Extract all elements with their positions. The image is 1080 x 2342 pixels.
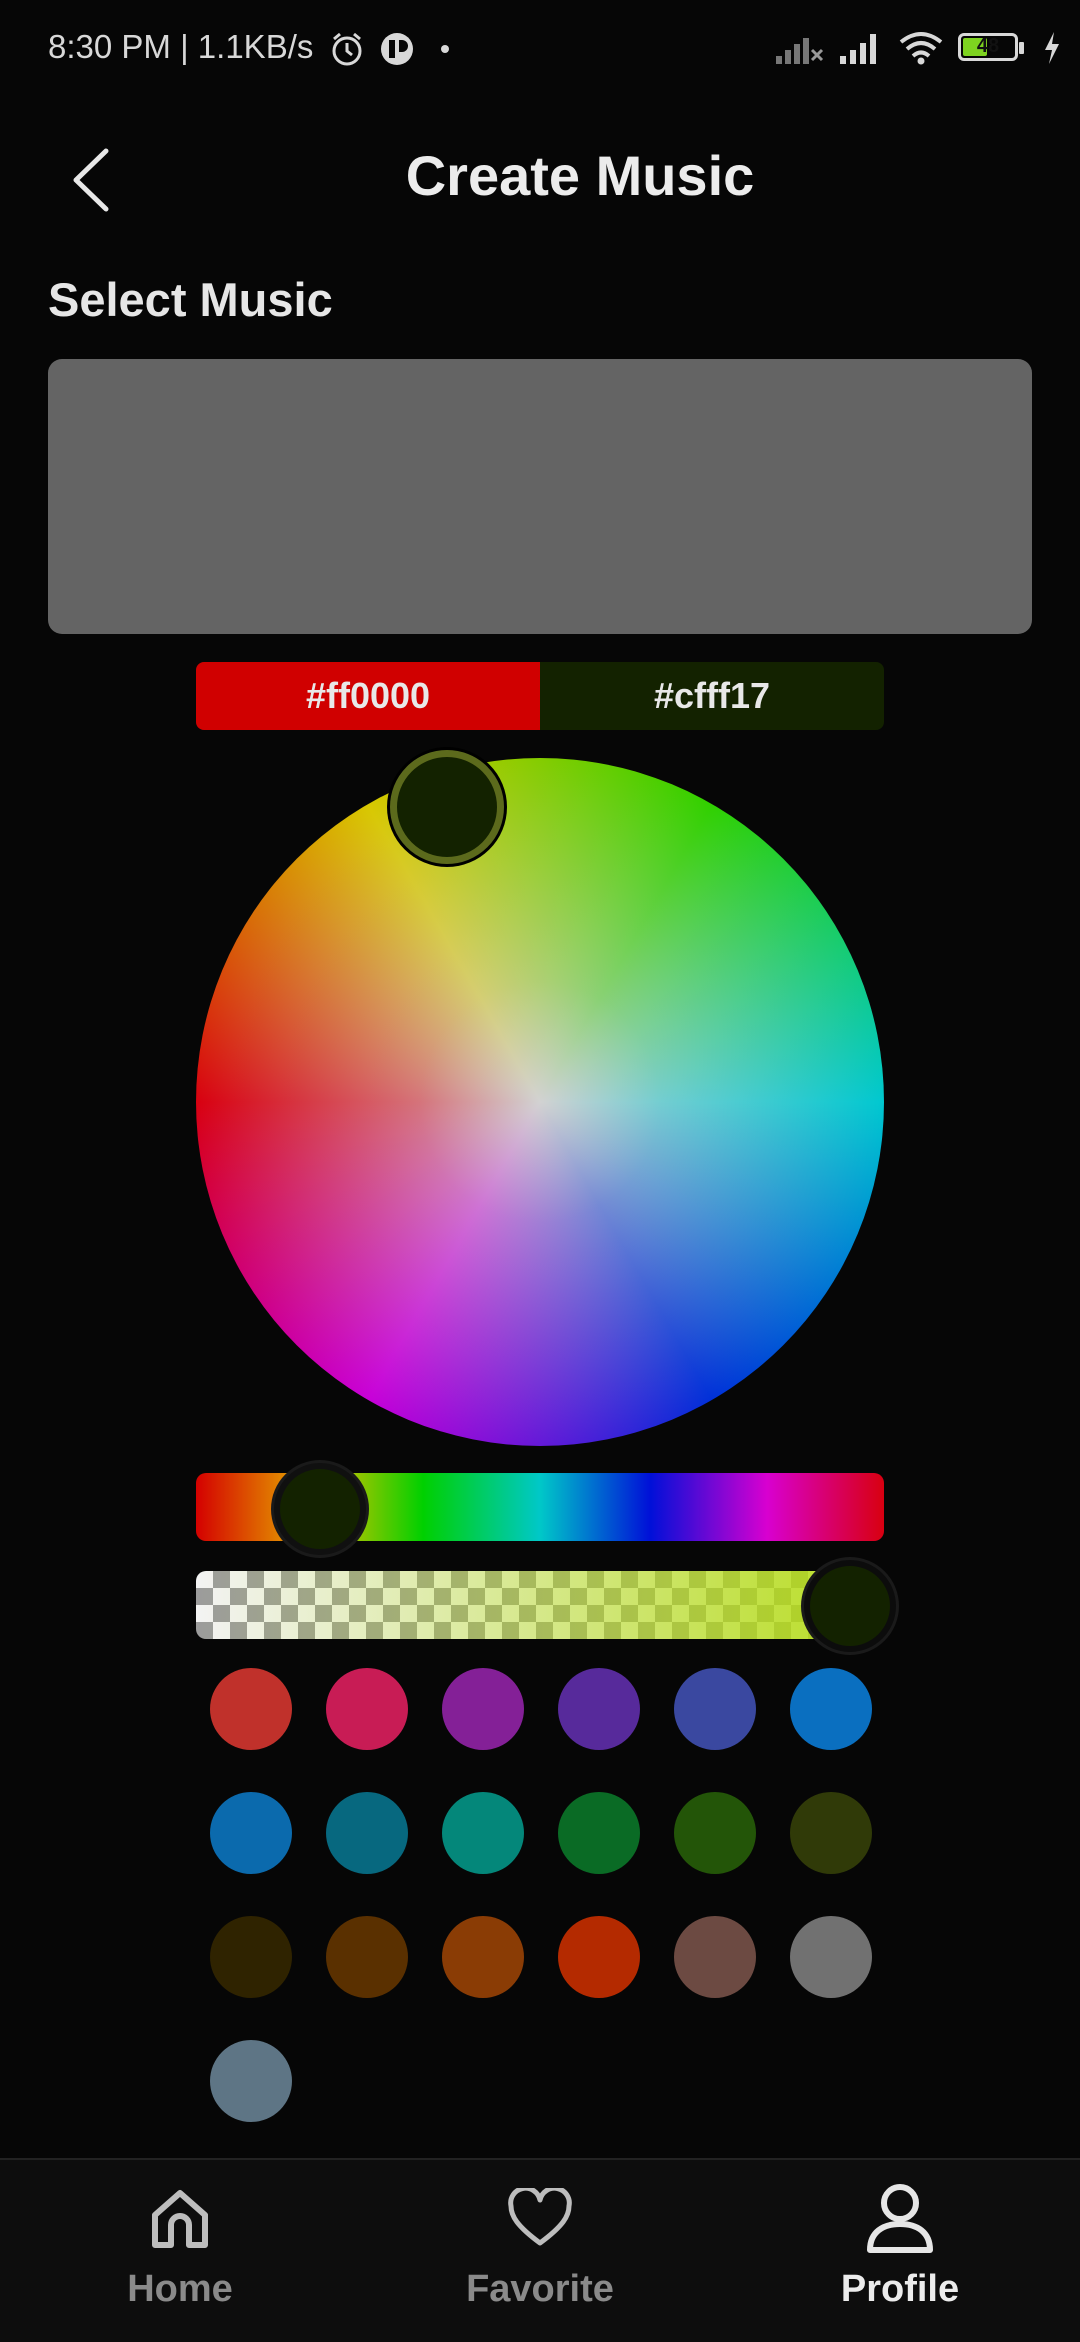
- color-wheel-handle[interactable]: [390, 750, 504, 864]
- color-swatch[interactable]: [442, 1792, 524, 1874]
- alpha-slider[interactable]: [196, 1571, 884, 1639]
- battery-icon: 48: [958, 31, 1028, 65]
- color-swatch[interactable]: [210, 2040, 292, 2122]
- person-icon: [860, 2178, 940, 2258]
- color-swatch[interactable]: [326, 1668, 408, 1750]
- color-swatch[interactable]: [790, 1916, 872, 1998]
- nav-item-profile[interactable]: Profile: [750, 2160, 1050, 2342]
- color-swatch[interactable]: [210, 1668, 292, 1750]
- wifi-icon: [899, 32, 943, 65]
- color-swatch-grid: [210, 1668, 890, 2122]
- color-swatch[interactable]: [558, 1916, 640, 1998]
- color-swatch[interactable]: [442, 1916, 524, 1998]
- color-swatch[interactable]: [790, 1668, 872, 1750]
- color-swatch[interactable]: [674, 1792, 756, 1874]
- nav-item-home[interactable]: Home: [30, 2160, 330, 2342]
- nav-item-favorite[interactable]: Favorite: [390, 2160, 690, 2342]
- charging-icon: [1045, 32, 1059, 64]
- music-select-box[interactable]: [48, 359, 1032, 634]
- status-bar: 8:30 PM | 1.1KB/s 48: [0, 0, 1080, 100]
- new-color-chip[interactable]: #cfff17: [540, 662, 884, 730]
- signal-icon: [840, 34, 876, 64]
- color-wheel[interactable]: [196, 758, 884, 1446]
- color-swatch[interactable]: [558, 1792, 640, 1874]
- color-compare-bar: #ff0000 #cfff17: [196, 662, 884, 730]
- new-color-hex: #cfff17: [653, 675, 771, 716]
- page-title: Create Music: [405, 144, 755, 207]
- color-swatch[interactable]: [210, 1792, 292, 1874]
- nav-label-favorite: Favorite: [466, 2268, 614, 2310]
- alpha-slider-handle[interactable]: [803, 1560, 896, 1652]
- nav-label-home: Home: [127, 2268, 233, 2310]
- color-swatch[interactable]: [326, 1792, 408, 1874]
- color-swatch[interactable]: [674, 1668, 756, 1750]
- color-swatch[interactable]: [558, 1668, 640, 1750]
- nav-label-profile: Profile: [840, 2268, 960, 2310]
- status-icons-right: 48: [774, 30, 1062, 66]
- color-swatch[interactable]: [442, 1668, 524, 1750]
- old-color-hex: #ff0000: [305, 675, 431, 716]
- home-icon: [140, 2178, 220, 2258]
- app-notification-icon: [381, 33, 413, 65]
- color-swatch[interactable]: [210, 1916, 292, 1998]
- alarm-icon: [332, 32, 362, 66]
- battery-level: 48: [976, 35, 1000, 57]
- heart-icon: [500, 2178, 580, 2258]
- bottom-navigation: Home Favorite Profile: [0, 2158, 1080, 2342]
- color-swatch[interactable]: [326, 1916, 408, 1998]
- hue-slider-handle[interactable]: [273, 1463, 366, 1555]
- status-time-speed: 8:30 PM | 1.1KB/s: [48, 28, 314, 65]
- dot-icon: [441, 45, 449, 53]
- color-swatch[interactable]: [674, 1916, 756, 1998]
- signal-off-icon: [776, 38, 824, 64]
- color-swatch[interactable]: [790, 1792, 872, 1874]
- old-color-chip[interactable]: #ff0000: [196, 662, 540, 730]
- select-music-label: Select Music: [48, 273, 333, 326]
- alpha-gradient: [196, 1571, 884, 1639]
